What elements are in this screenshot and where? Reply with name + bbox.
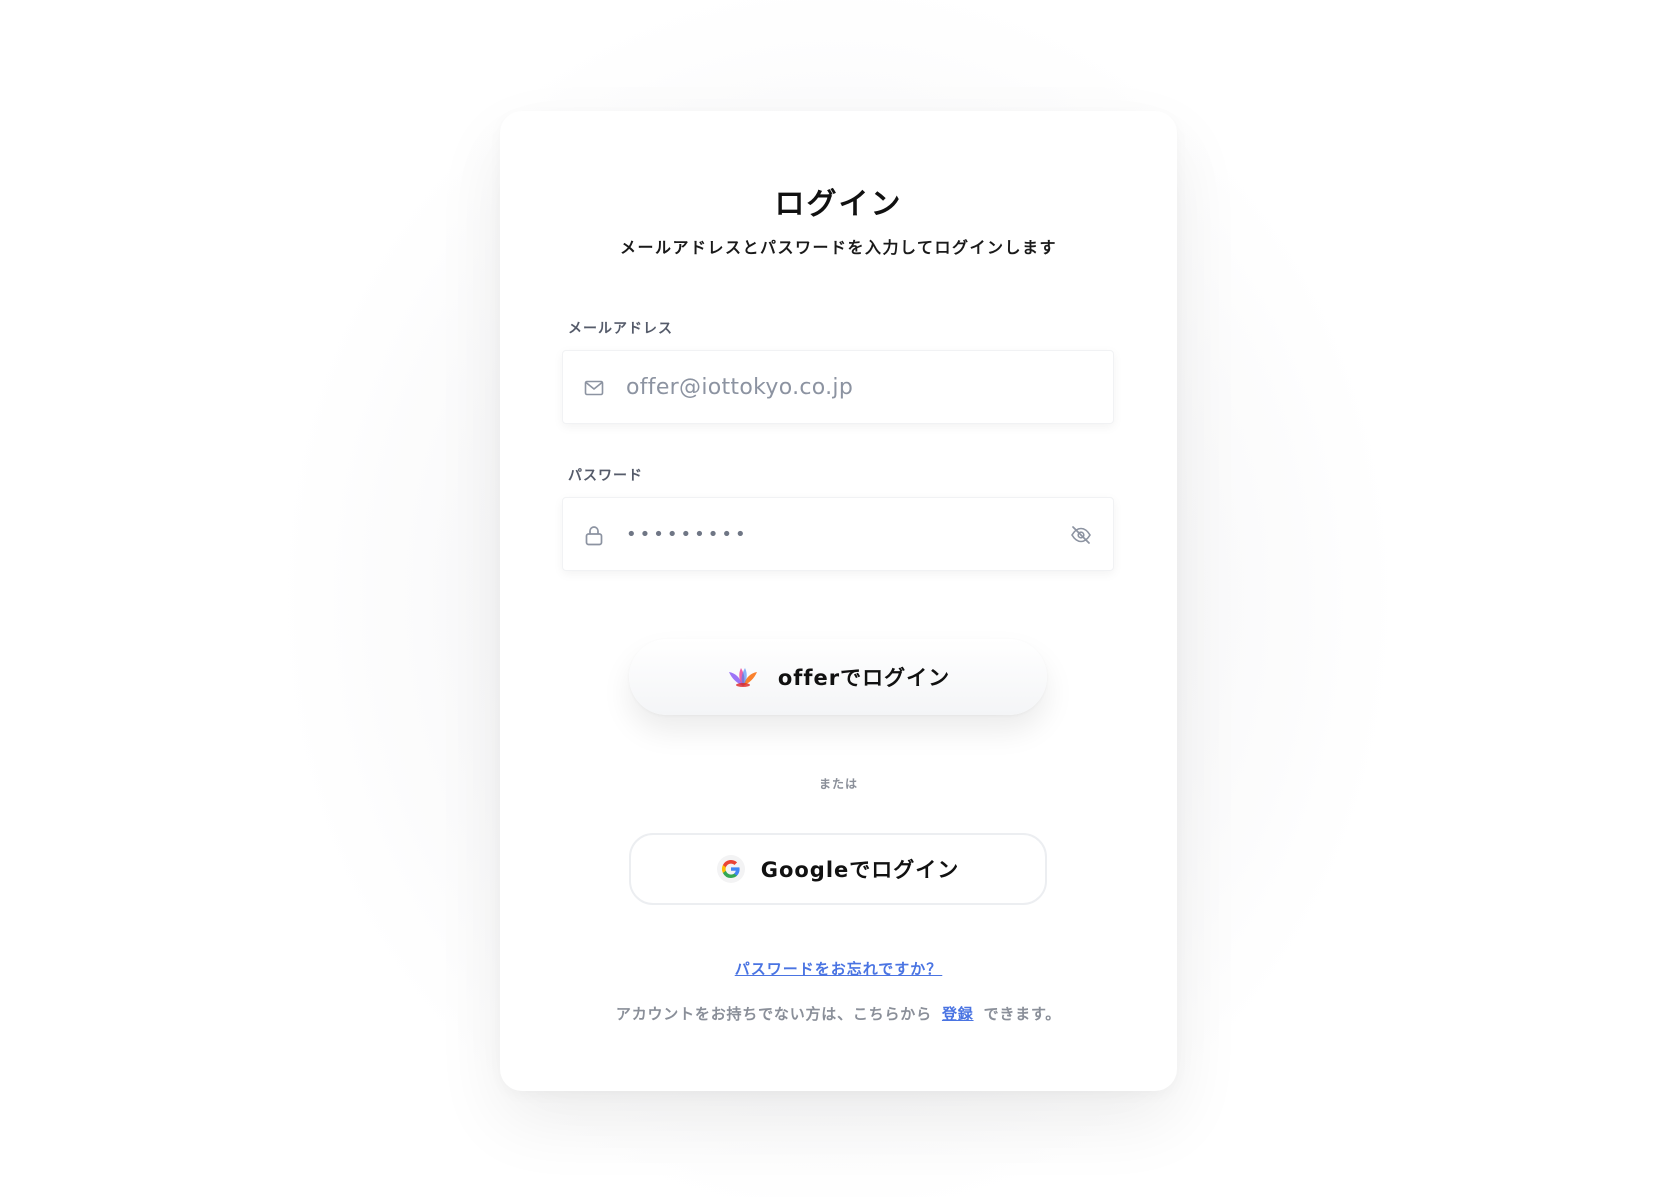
forgot-password-container: パスワードをお忘れですか？ [500, 958, 1177, 979]
divider-text: または [818, 777, 858, 791]
email-input-value[interactable]: offer@iottokyo.co.jp [626, 351, 853, 423]
page-title: ログイン [774, 187, 903, 222]
password-input-value[interactable]: ••••••••• [626, 498, 749, 570]
password-label: パスワード [568, 468, 643, 484]
email-field[interactable]: offer@iottokyo.co.jp [562, 350, 1114, 424]
login-card: ログイン メールアドレスとパスワードを入力してログインします メールアドレス o… [500, 111, 1177, 1091]
google-login-button[interactable]: Googleでログイン [629, 833, 1047, 905]
offer-login-label: offerでログイン [777, 666, 951, 690]
page-subtitle: メールアドレスとパスワードを入力してログインします [619, 238, 1058, 257]
password-field[interactable]: ••••••••• [562, 497, 1114, 571]
eye-off-icon[interactable] [1069, 523, 1093, 547]
forgot-password-link[interactable]: パスワードをお忘れですか？ [735, 960, 943, 978]
mail-icon [583, 377, 605, 399]
page-background: ログイン メールアドレスとパスワードを入力してログインします メールアドレス o… [0, 0, 1677, 1197]
offer-logo-icon [726, 663, 760, 691]
signup-link[interactable]: 登録 [942, 1005, 974, 1023]
signup-text: アカウントをお持ちでない方は、こちらから 登録 できます。 [500, 1003, 1177, 1024]
signup-prefix: アカウントをお持ちでない方は、こちらから [615, 1005, 932, 1023]
google-login-label: Googleでログイン [760, 858, 960, 882]
email-label: メールアドレス [568, 321, 673, 337]
lock-icon [583, 524, 605, 546]
signup-suffix: できます。 [983, 1005, 1062, 1023]
google-logo-icon [716, 855, 745, 883]
offer-login-button[interactable]: offerでログイン [629, 639, 1047, 715]
